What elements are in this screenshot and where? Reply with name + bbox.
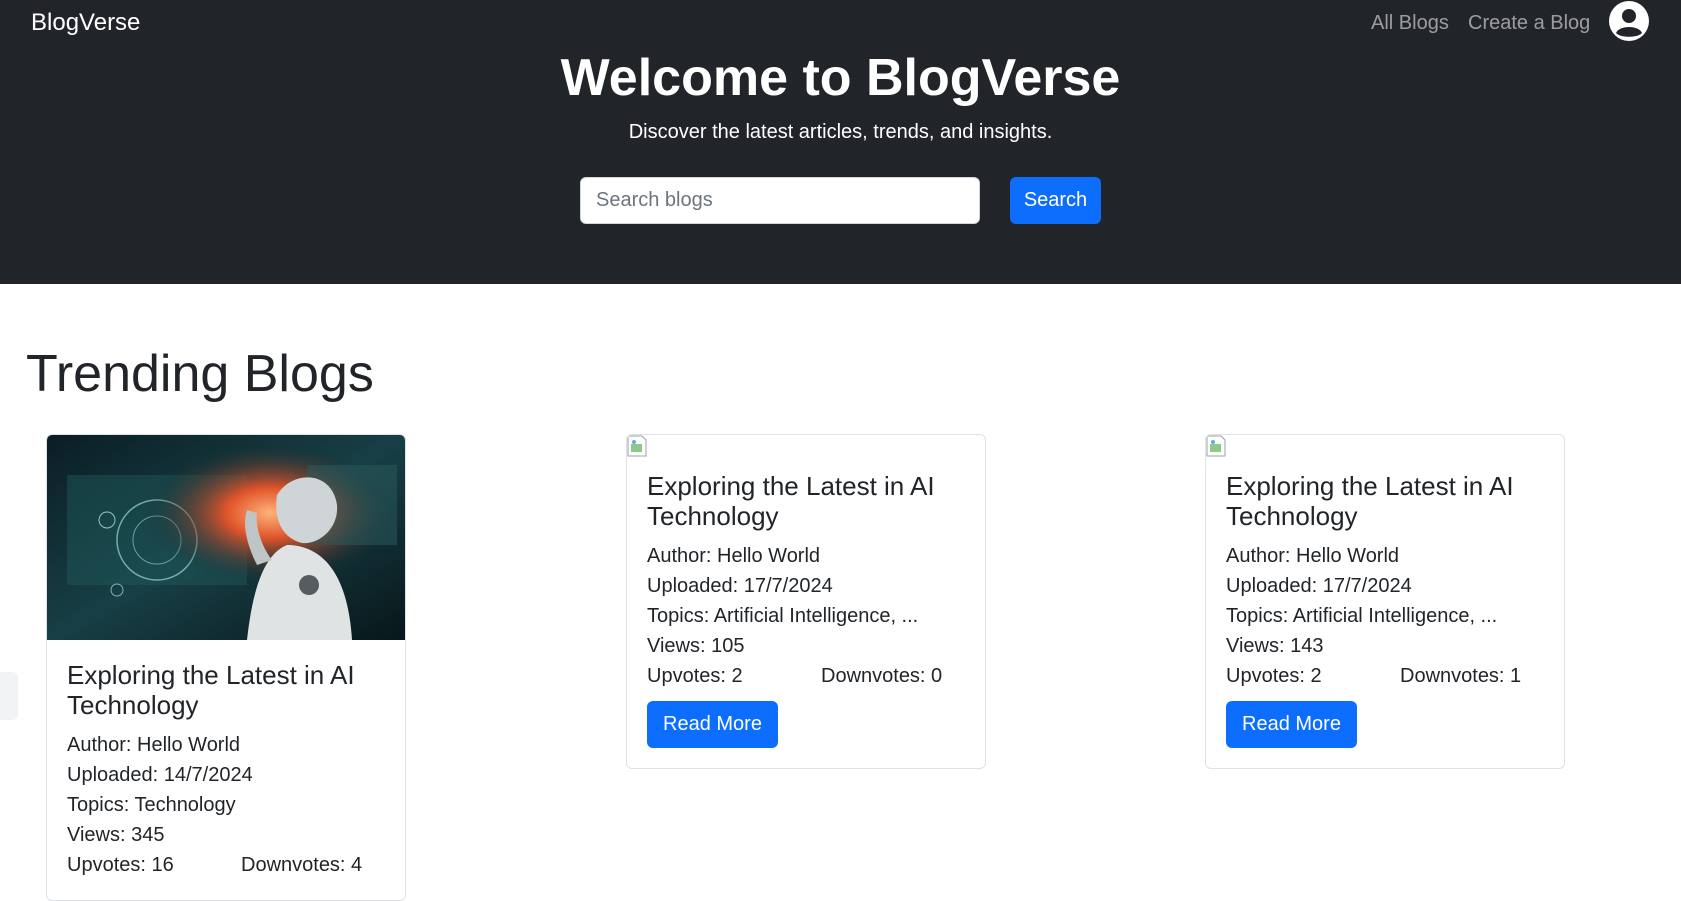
card-title[interactable]: Exploring the Latest in AI Technology [647,471,965,531]
hero-title: Welcome to BlogVerse [560,49,1121,107]
user-circle-icon[interactable] [1608,0,1650,42]
broken-image-icon [1206,435,1226,457]
card-upvotes: Upvotes: 16 [67,854,174,876]
nav-create-blog[interactable]: Create a Blog [1468,12,1590,35]
read-more-button[interactable]: Read More [647,701,778,748]
hero-header: BlogVerse All Blogs Create a Blog Welcom… [0,0,1681,284]
card-title[interactable]: Exploring the Latest in AI Technology [1226,471,1544,531]
broken-image-icon [627,435,647,457]
card-author: Author: Hello World [1226,545,1400,567]
card-views: Views: 345 [67,824,165,846]
card-author: Author: Hello World [67,734,241,756]
blog-card: Exploring the Latest in AI Technology Au… [46,434,406,901]
card-image [1206,435,1564,457]
card-upvotes: Upvotes: 2 [1226,665,1322,687]
hero-subtitle: Discover the latest articles, trends, an… [628,121,1053,143]
robot-ai-interface-image [47,435,405,640]
brand-link[interactable]: BlogVerse [31,9,140,37]
search-input[interactable] [580,177,980,224]
card-uploaded: Uploaded: 17/7/2024 [1226,575,1412,597]
card-topics: Topics: Artificial Intelligence, ... [647,605,919,627]
search-button[interactable]: Search [1010,177,1101,224]
card-image [627,435,985,457]
blog-card: Exploring the Latest in AI Technology Au… [626,434,986,769]
card-downvotes: Downvotes: 0 [821,665,943,687]
section-title: Trending Blogs [26,345,374,403]
card-uploaded: Uploaded: 17/7/2024 [647,575,833,597]
read-more-button[interactable]: Read More [1226,701,1357,748]
card-title[interactable]: Exploring the Latest in AI Technology [67,660,385,720]
card-upvotes: Upvotes: 2 [647,665,743,687]
card-views: Views: 143 [1226,635,1324,657]
card-downvotes: Downvotes: 4 [241,854,363,876]
card-author: Author: Hello World [647,545,821,567]
card-downvotes: Downvotes: 1 [1400,665,1522,687]
card-views: Views: 105 [647,635,745,657]
card-topics: Topics: Artificial Intelligence, ... [1226,605,1498,627]
side-tab[interactable] [0,672,18,720]
card-topics: Topics: Technology [67,794,236,816]
card-uploaded: Uploaded: 14/7/2024 [67,764,253,786]
nav-all-blogs[interactable]: All Blogs [1371,12,1449,35]
blog-card: Exploring the Latest in AI Technology Au… [1205,434,1565,769]
